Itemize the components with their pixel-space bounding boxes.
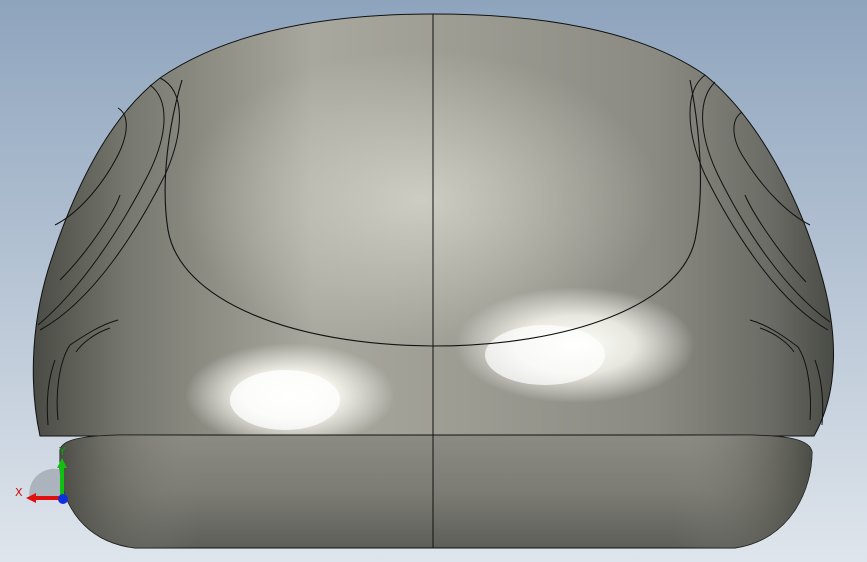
graphics-viewport[interactable]: X Y — [0, 0, 867, 562]
triad-x-label: X — [15, 486, 23, 499]
triad-y-label: Y — [58, 445, 66, 458]
base-band[interactable] — [59, 434, 813, 549]
model-view[interactable]: X Y — [0, 0, 867, 562]
